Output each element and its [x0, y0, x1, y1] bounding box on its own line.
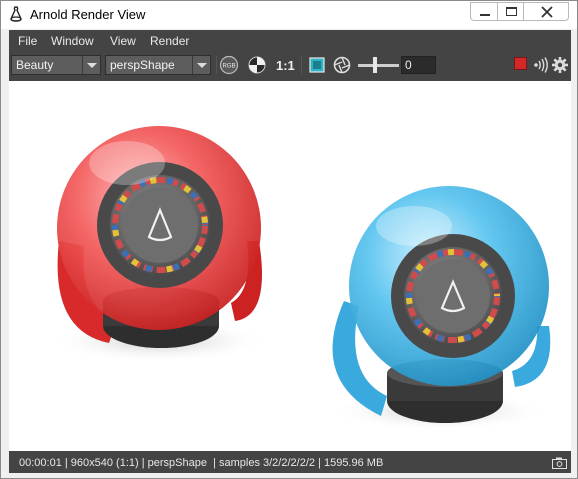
toolbar-separator: [301, 56, 302, 74]
color-circle-icon[interactable]: [247, 55, 267, 75]
rgb-channel-icon[interactable]: RGB: [219, 55, 239, 75]
frame-slider-handle[interactable]: [373, 57, 377, 73]
window-title: Arnold Render View: [30, 7, 146, 22]
render-viewport[interactable]: [9, 81, 571, 451]
frame-input[interactable]: 0: [401, 56, 436, 74]
title-bar[interactable]: Arnold Render View: [1, 1, 577, 29]
svg-text:RGB: RGB: [222, 64, 235, 70]
chevron-down-icon: [82, 56, 100, 74]
close-button[interactable]: [523, 2, 569, 21]
blue-sphere: [329, 186, 551, 431]
arnold-logo-icon: [10, 6, 22, 22]
minimize-icon: [480, 14, 490, 16]
snapshot-camera-icon[interactable]: [552, 457, 567, 469]
menu-bar: File Window View Render: [9, 30, 571, 52]
camera-value: perspShape: [110, 58, 175, 72]
toolbar-separator: [216, 56, 217, 74]
maximize-button[interactable]: [497, 2, 524, 21]
render-view-panel: File Window View Render Beauty perspShap…: [9, 30, 571, 473]
chevron-down-icon: [192, 56, 210, 74]
status-bar: 00:00:01 | 960x540 (1:1) | perspShape | …: [9, 454, 571, 473]
shutter-icon[interactable]: [332, 55, 352, 75]
close-icon: [541, 6, 553, 18]
pixel-ratio-button[interactable]: 1:1: [276, 58, 295, 73]
crop-region-icon[interactable]: [307, 55, 327, 75]
stop-render-icon[interactable]: [514, 57, 527, 70]
aov-dropdown[interactable]: Beauty: [11, 55, 101, 75]
maximize-icon: [506, 7, 517, 16]
camera-dropdown[interactable]: perspShape: [105, 55, 211, 75]
menu-file[interactable]: File: [18, 34, 37, 48]
minimize-button[interactable]: [470, 2, 498, 21]
menu-window[interactable]: Window: [51, 34, 94, 48]
toolbar: Beauty perspShape RGB 1:1 0: [9, 52, 571, 78]
rendered-image: [49, 126, 551, 431]
frame-slider-track[interactable]: [358, 64, 399, 67]
menu-render[interactable]: Render: [150, 34, 189, 48]
aov-value: Beauty: [16, 58, 54, 72]
arnold-render-view-window: Arnold Render View File Window View Rend…: [0, 0, 578, 479]
status-text: 00:00:01 | 960x540 (1:1) | perspShape | …: [19, 457, 384, 469]
ipr-icon[interactable]: [531, 55, 551, 75]
settings-gear-icon[interactable]: [550, 55, 570, 75]
menu-view[interactable]: View: [110, 34, 136, 48]
red-sphere: [49, 126, 269, 363]
